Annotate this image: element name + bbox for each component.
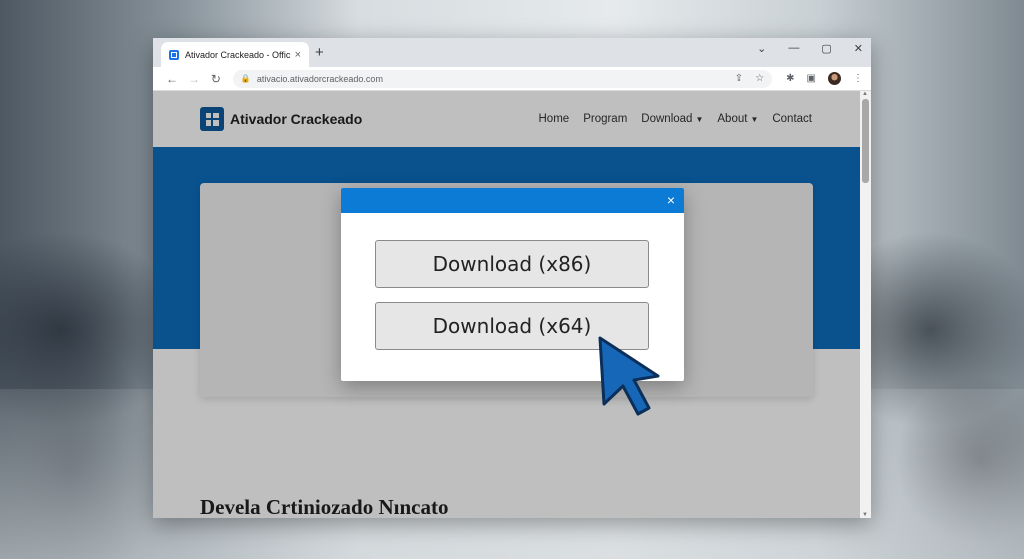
modal-header: × [341, 188, 684, 213]
extensions-icon[interactable]: ✱ [786, 73, 794, 84]
forward-icon[interactable]: → [183, 72, 205, 86]
reload-icon[interactable]: ↻ [205, 72, 227, 86]
mouse-cursor-icon [598, 336, 660, 416]
url-text[interactable]: ativacio.ativadorcrackeado.com [257, 74, 735, 84]
tab-close-icon[interactable]: × [295, 49, 301, 61]
scroll-up-icon[interactable]: ▲ [862, 91, 868, 97]
windows-favicon-icon [169, 49, 179, 60]
browser-toolbar: ← → ↻ 🔒 ativacio.ativadorcrackeado.com ⇪… [153, 67, 871, 91]
modal-close-icon[interactable]: × [667, 192, 675, 208]
profile-avatar[interactable] [828, 72, 841, 85]
browser-tab[interactable]: Ativador Crackeado - Official × [161, 42, 309, 67]
share-icon[interactable]: ⇪ [735, 73, 743, 84]
address-bar[interactable]: 🔒 ativacio.ativadorcrackeado.com ⇪ ☆ [232, 69, 773, 88]
lock-icon[interactable]: 🔒 [241, 74, 251, 83]
page-scrollbar[interactable]: ▲ ▼ [860, 91, 871, 518]
scrollbar-thumb[interactable] [862, 99, 869, 183]
tab-title: Ativador Crackeado - Official [185, 49, 291, 60]
download-x86-button[interactable]: Download (x86) [375, 240, 649, 288]
star-icon[interactable]: ☆ [755, 73, 764, 84]
scroll-down-icon[interactable]: ▼ [862, 512, 868, 518]
menu-icon[interactable]: ⋮ [853, 73, 863, 84]
minimize-icon[interactable]: — [788, 42, 799, 55]
new-tab-button[interactable]: + [315, 44, 324, 61]
window-controls: ⌄ — ▢ ✕ [757, 42, 863, 55]
restore-icon[interactable]: ▢ [821, 42, 831, 55]
close-window-icon[interactable]: ✕ [854, 42, 863, 55]
tab-search-icon[interactable]: ⌄ [757, 42, 766, 55]
tab-strip: Ativador Crackeado - Official × + ⌄ — ▢ … [153, 38, 871, 67]
sidepanel-icon[interactable]: ▣ [807, 73, 816, 84]
back-icon[interactable]: ← [161, 72, 183, 86]
